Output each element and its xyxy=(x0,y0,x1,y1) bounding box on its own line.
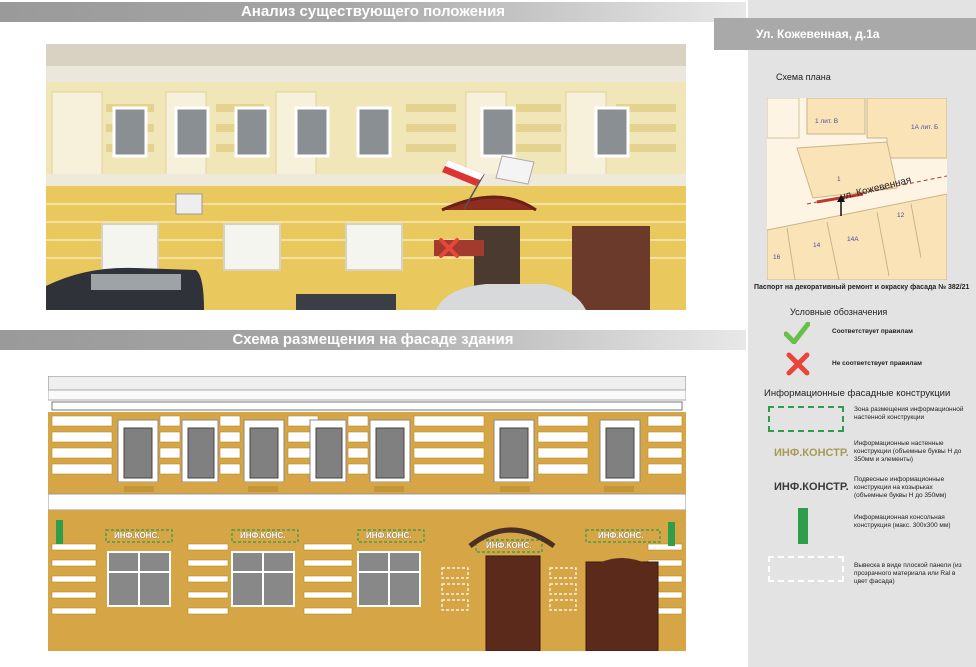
zone-swatch xyxy=(768,406,844,432)
passport-number: Паспорт на декоративный ремонт и окраску… xyxy=(754,284,970,291)
address-label: Ул. Кожевенная, д.1а xyxy=(714,18,976,50)
bad-cross-icon xyxy=(786,352,810,381)
canopy-sign-sample: ИНФ.КОНСТР. xyxy=(774,481,849,493)
wall-sign-2: ИНФ.КОНС. xyxy=(240,531,286,540)
wall-sign-sample: ИНФ.КОНСТР. xyxy=(774,447,849,459)
wall-sign-4: ИНФ.КОНС. xyxy=(598,531,644,540)
panel-swatch xyxy=(768,556,844,582)
canopy-sign: ИНФ.КОНС. xyxy=(486,541,532,550)
map-label-lot-16: 16 xyxy=(773,254,781,261)
plan-label: Схема плана xyxy=(776,72,831,82)
legend-panel-label: Вывеска в виде плоской панели (из прозра… xyxy=(854,562,962,585)
legend-canopy-label: Подвесные информационные конструкции на … xyxy=(854,476,947,499)
legend-console-label: Информационная консольная конструкция (м… xyxy=(854,514,951,529)
wall-sign-3: ИНФ.КОНС. xyxy=(366,531,412,540)
map-label-building-2: 1А лит. Б xyxy=(911,124,939,131)
legend-wall-label: Информационные настенные конструкции (об… xyxy=(854,440,962,463)
map-label-lot-14a: 14А xyxy=(847,236,859,243)
map-label-building-1: 1 лит. В xyxy=(815,118,839,125)
info-constructions-title: Информационные фасадные конструкции xyxy=(764,388,951,399)
map-label-lot-14: 14 xyxy=(813,242,821,249)
building-photo xyxy=(46,44,686,310)
existing-section-title: Анализ существующего положения xyxy=(0,2,746,22)
map-label-building-3: 1 xyxy=(837,176,841,183)
ok-check-icon xyxy=(783,321,811,349)
legend-ok-label: Соответствует правилам xyxy=(832,328,913,335)
map-label-lot-12: 12 xyxy=(897,212,905,219)
facade-scheme-drawing: ИНФ.КОНС. ИНФ.КОНС. ИНФ.КОНС. ИНФ.КОНС. … xyxy=(48,376,686,651)
console-swatch xyxy=(798,508,808,544)
wall-sign-1: ИНФ.КОНС. xyxy=(114,531,160,540)
legend-bad-label: Не соответствует правилам xyxy=(832,360,922,367)
legend-title: Условные обозначения xyxy=(790,307,888,317)
scheme-section-title: Схема размещения на фасаде здания xyxy=(0,330,746,350)
site-plan-map: 1 лит. В 1А лит. Б 1 ул. Кожевенная 12 1… xyxy=(767,98,947,280)
legend-zone-label: Зона размещения информационной настенной… xyxy=(854,406,964,421)
